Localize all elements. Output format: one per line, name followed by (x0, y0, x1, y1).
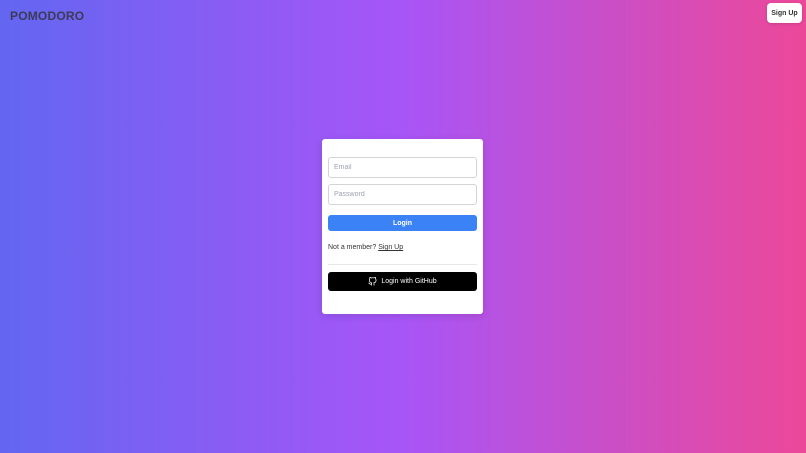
login-card: Login Not a member? Sign Up Login with G… (322, 139, 483, 314)
signup-link[interactable]: Sign Up (378, 244, 403, 251)
github-login-button[interactable]: Login with GitHub (328, 272, 477, 291)
signup-prompt-text: Not a member? (328, 244, 377, 251)
login-button[interactable]: Login (328, 215, 477, 231)
github-icon (368, 277, 377, 286)
github-login-label: Login with GitHub (381, 278, 437, 285)
app-logo-text: POMODORO (10, 9, 85, 23)
email-field[interactable] (328, 157, 477, 178)
header-signup-button[interactable]: Sign Up (767, 3, 802, 23)
password-field[interactable] (328, 184, 477, 205)
signup-prompt: Not a member? Sign Up (328, 244, 403, 251)
divider (328, 264, 477, 265)
